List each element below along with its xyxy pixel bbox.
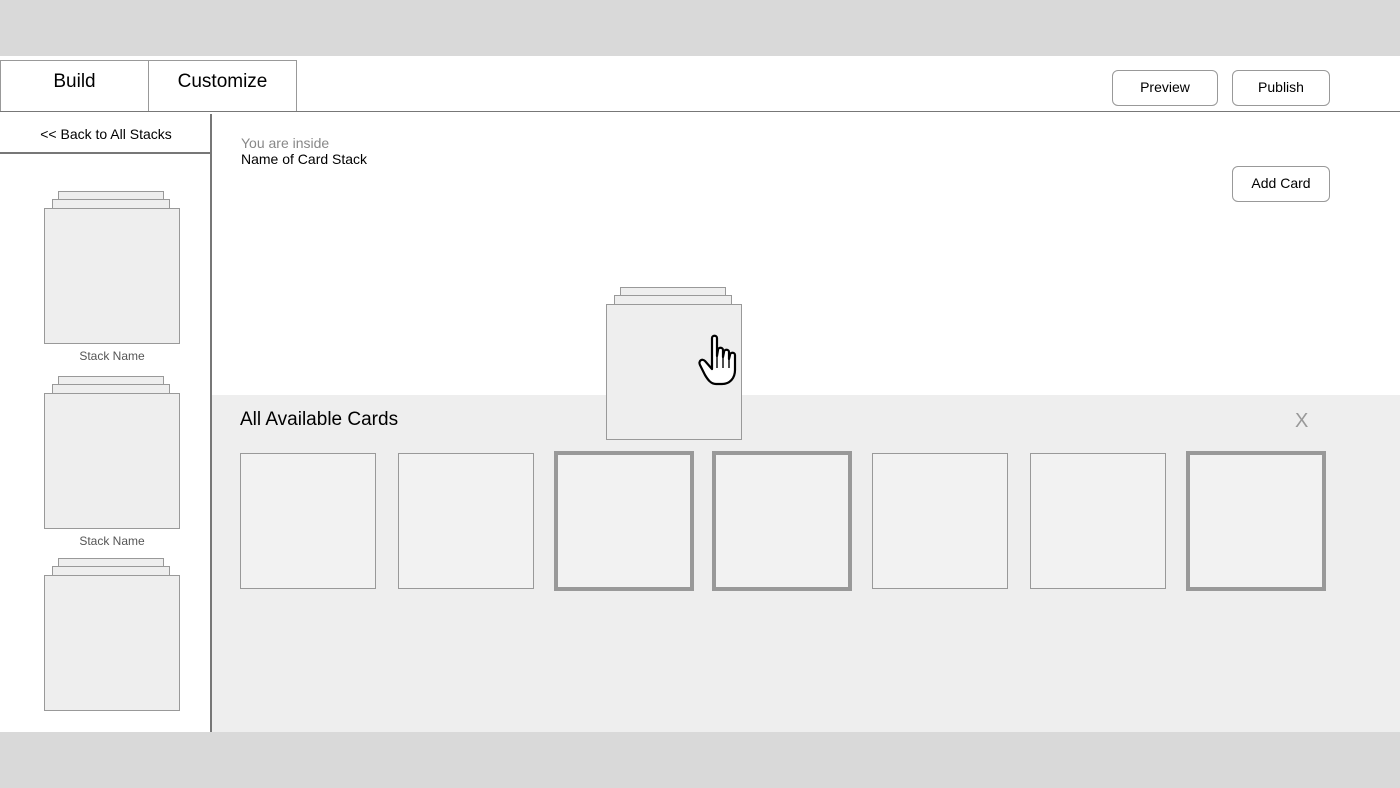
hand-pointer-icon bbox=[698, 334, 737, 386]
stack-thumbnail bbox=[44, 393, 180, 529]
available-cards-panel: All Available Cards X bbox=[212, 395, 1400, 732]
available-card-7[interactable] bbox=[1186, 451, 1326, 591]
close-panel-button[interactable]: X bbox=[1295, 410, 1308, 433]
available-card-4[interactable] bbox=[712, 451, 852, 591]
add-card-button[interactable]: Add Card bbox=[1232, 166, 1330, 202]
available-cards-title: All Available Cards bbox=[240, 409, 399, 430]
header-divider bbox=[0, 111, 1400, 112]
available-card-2[interactable] bbox=[398, 453, 534, 589]
stack-name-label: Stack Name bbox=[79, 349, 145, 363]
stack-thumbnail bbox=[44, 575, 180, 711]
available-card-1[interactable] bbox=[240, 453, 376, 589]
preview-button[interactable]: Preview bbox=[1112, 70, 1218, 106]
sidebar-stack-1[interactable] bbox=[44, 191, 180, 345]
app-canvas: Build Customize Preview Publish << Back … bbox=[0, 56, 1400, 732]
tab-build[interactable]: Build bbox=[0, 60, 149, 112]
sidebar-stack-2[interactable] bbox=[44, 376, 180, 530]
available-card-6[interactable] bbox=[1030, 453, 1166, 589]
stack-thumbnail bbox=[44, 208, 180, 344]
current-stack-name: Name of Card Stack bbox=[241, 151, 368, 167]
back-to-all-stacks-link[interactable]: << Back to All Stacks bbox=[0, 114, 212, 154]
available-card-5[interactable] bbox=[872, 453, 1008, 589]
context-label: You are inside bbox=[241, 135, 330, 151]
stack-name-label: Stack Name bbox=[79, 534, 145, 548]
tab-customize[interactable]: Customize bbox=[148, 60, 297, 112]
sidebar-stack-3[interactable] bbox=[44, 558, 180, 712]
available-card-3[interactable] bbox=[554, 451, 694, 591]
publish-button[interactable]: Publish bbox=[1232, 70, 1330, 106]
